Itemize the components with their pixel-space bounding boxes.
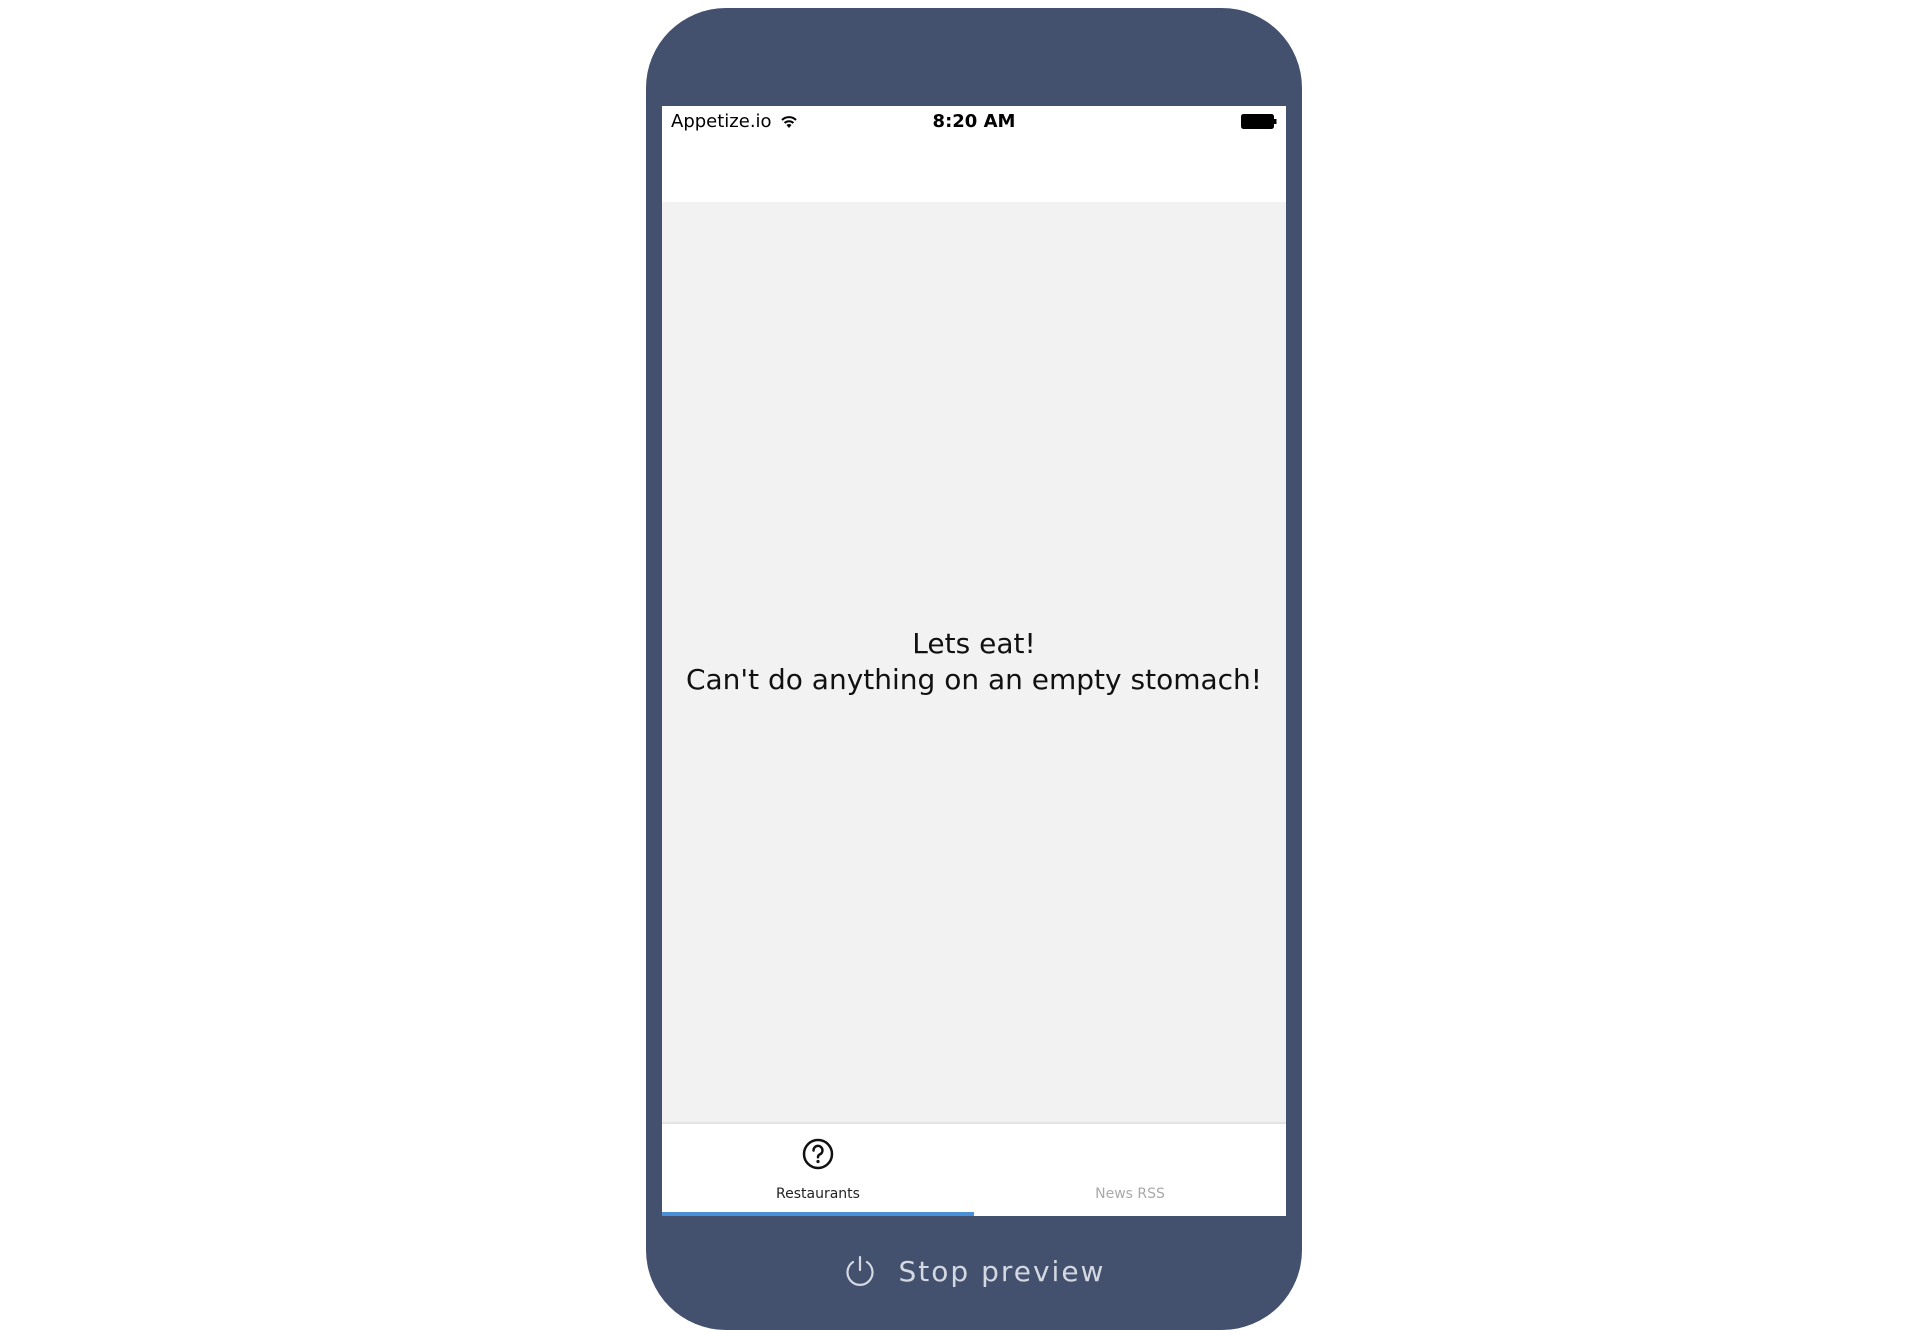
stop-preview-label: Stop preview — [898, 1254, 1106, 1288]
tab-news-rss[interactable]: News RSS — [974, 1124, 1286, 1216]
main-content: Lets eat! Can't do anything on an empty … — [662, 202, 1286, 1122]
status-time: 8:20 AM — [932, 111, 1016, 132]
message-subtitle: Can't do anything on an empty stomach! — [685, 663, 1263, 696]
status-bar: Appetize.io 8:20 AM — [662, 106, 1286, 136]
power-icon — [845, 1255, 874, 1286]
stop-preview-button[interactable]: Stop preview — [646, 1246, 1302, 1296]
empty-state-message: Lets eat! Can't do anything on an empty … — [686, 626, 1262, 698]
tab-bar: Restaurants News RSS — [662, 1122, 1286, 1216]
app-screen: Appetize.io 8:20 AM Lets eat! Can't do a… — [662, 106, 1286, 1216]
tab-label-restaurants: Restaurants — [776, 1186, 860, 1202]
tab-label-news-rss: News RSS — [1095, 1186, 1165, 1202]
question-circle-icon — [802, 1138, 834, 1170]
active-tab-indicator — [662, 1212, 974, 1216]
battery-full-icon — [1241, 114, 1277, 129]
navigation-bar — [662, 136, 1286, 202]
tab-restaurants[interactable]: Restaurants — [662, 1124, 974, 1216]
message-title: Lets eat! — [912, 627, 1036, 660]
